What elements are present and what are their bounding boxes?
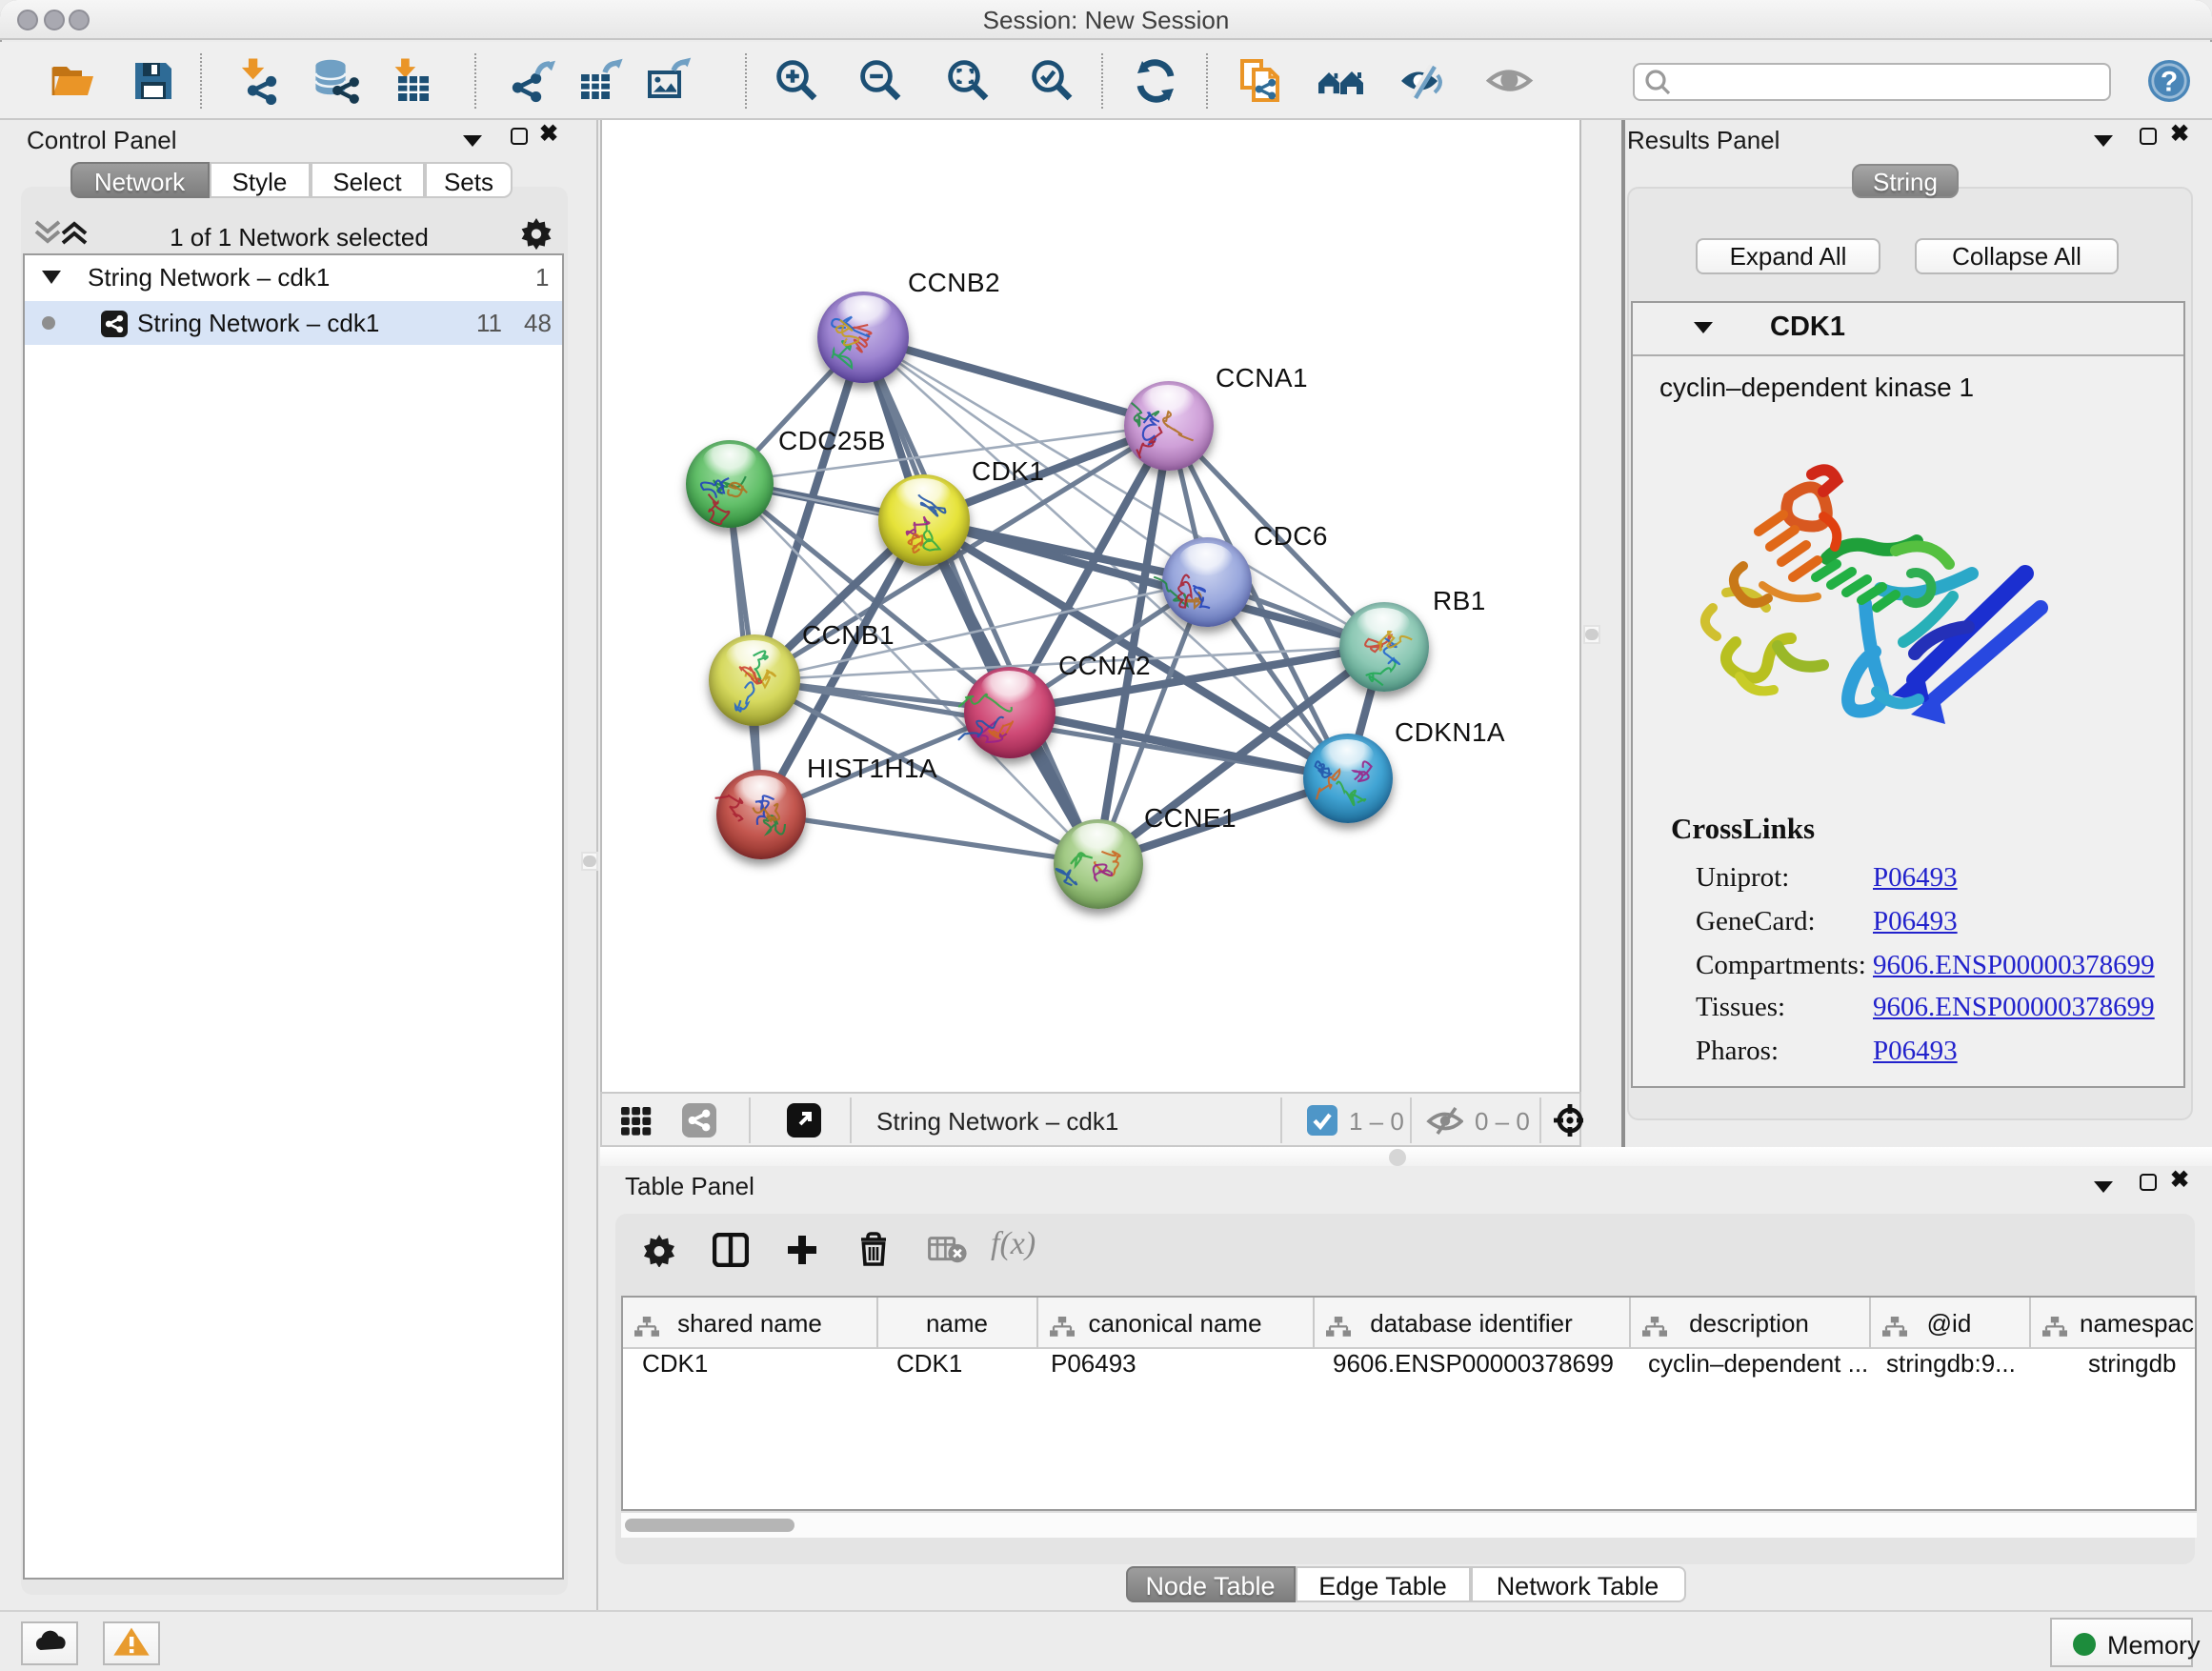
svg-text:?: ? [2161, 67, 2178, 98]
